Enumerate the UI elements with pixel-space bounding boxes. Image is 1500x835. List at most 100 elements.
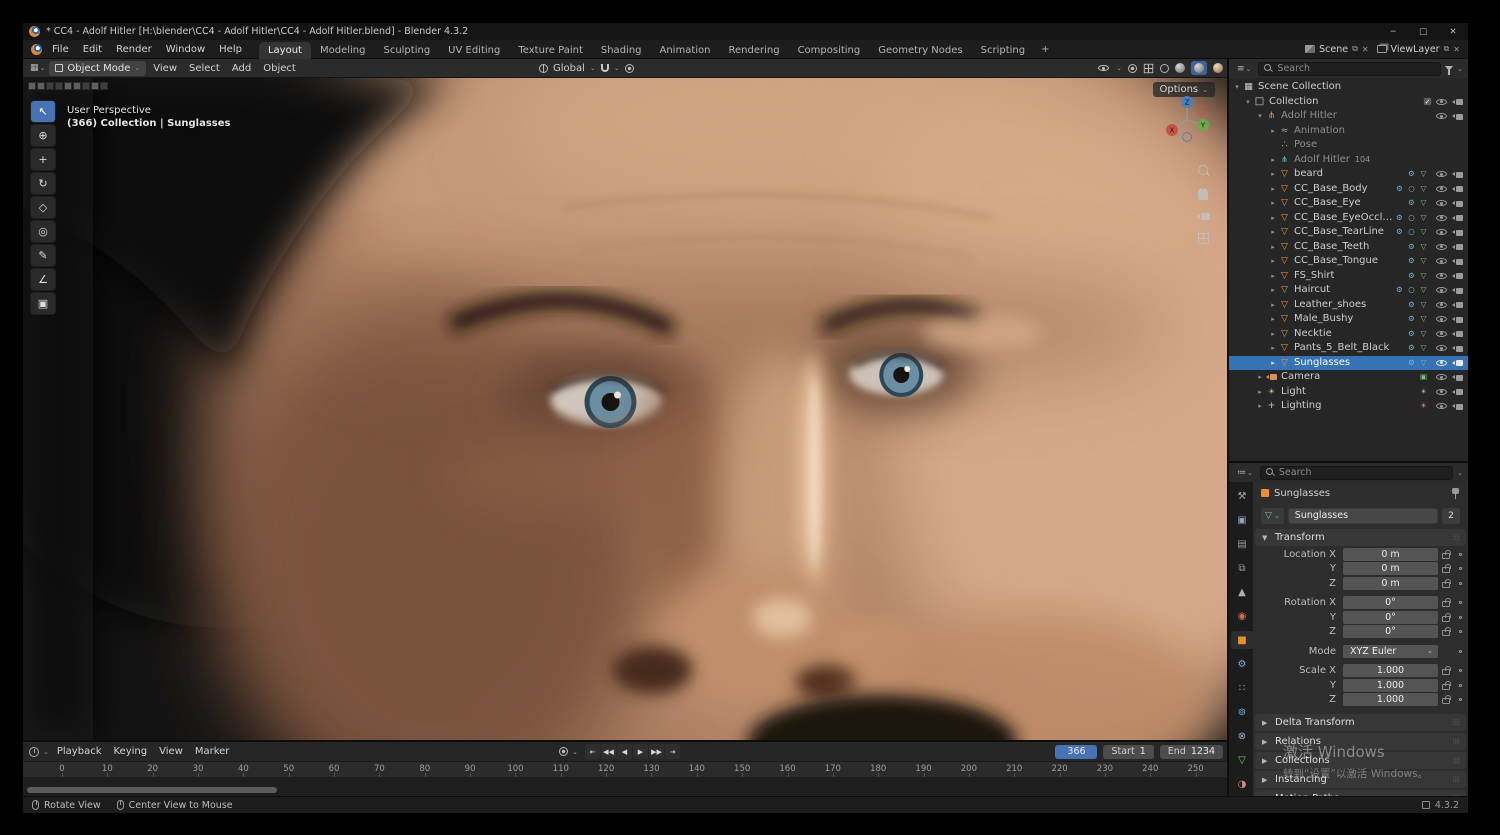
expand-arrow-icon[interactable]: ▸ bbox=[1268, 298, 1278, 312]
snap-magnet-icon[interactable] bbox=[600, 64, 609, 72]
outliner-row[interactable]: ▸ CC_Base_TearLine bbox=[1229, 225, 1468, 240]
outliner-row[interactable]: ▸ CC_Base_Body bbox=[1229, 182, 1468, 197]
collapsed-panel-header[interactable]: ▶ Collections ⣿⣿ bbox=[1255, 752, 1466, 769]
workspace-tab[interactable]: UV Editing bbox=[439, 42, 509, 59]
tool-tab[interactable]: ⚒ bbox=[1231, 487, 1253, 505]
outliner-row[interactable]: ▾ Scene Collection bbox=[1229, 80, 1468, 95]
workspace-tab[interactable]: Sculpting bbox=[374, 42, 439, 59]
render-visibility-camera-icon[interactable] bbox=[1451, 299, 1464, 310]
workspace-tab[interactable]: Modeling bbox=[311, 42, 375, 59]
outliner-row[interactable]: ▸ Haircut bbox=[1229, 283, 1468, 298]
add-workspace-button[interactable]: + bbox=[1034, 44, 1056, 55]
value-field[interactable]: 1.000 bbox=[1343, 678, 1438, 692]
expand-arrow-icon[interactable]: ▸ bbox=[1268, 196, 1278, 210]
workspace-tab[interactable]: Texture Paint bbox=[509, 42, 592, 59]
zoom-icon[interactable] bbox=[1197, 164, 1210, 177]
animate-dot-icon[interactable] bbox=[1458, 649, 1462, 653]
expand-arrow-icon[interactable]: ▸ bbox=[1268, 240, 1278, 254]
menubar-item[interactable]: Help bbox=[212, 44, 249, 55]
visibility-eye-icon[interactable] bbox=[1435, 401, 1448, 412]
editor-type-icon[interactable]: ▦ ⌄ bbox=[27, 63, 48, 73]
close-button[interactable]: ✕ bbox=[1438, 23, 1468, 40]
collapsed-panel-header[interactable]: ▶ Instancing ⣿⣿ bbox=[1255, 771, 1466, 788]
visibility-eye-icon[interactable] bbox=[1435, 343, 1448, 354]
expand-arrow-icon[interactable]: ▸ bbox=[1268, 269, 1278, 283]
render-visibility-camera-icon[interactable] bbox=[1451, 314, 1464, 325]
outliner-row[interactable]: ▾ Collection bbox=[1229, 95, 1468, 110]
chevron-down-icon[interactable]: ⌄ bbox=[43, 748, 49, 756]
expand-arrow-icon[interactable]: ▸ bbox=[1255, 385, 1265, 399]
outliner-row[interactable]: ▸ Pants_5_Belt_Black bbox=[1229, 341, 1468, 356]
chevron-down-icon[interactable]: ⌄ bbox=[1457, 65, 1463, 73]
animate-dot-icon[interactable] bbox=[1458, 567, 1462, 571]
render-visibility-camera-icon[interactable] bbox=[1451, 183, 1464, 194]
visibility-eye-icon[interactable] bbox=[1435, 241, 1448, 252]
proportional-editing-icon[interactable] bbox=[624, 63, 634, 73]
value-field[interactable]: 1.000 bbox=[1343, 664, 1438, 678]
outliner-row[interactable]: ▸ Adolf Hitler 104 bbox=[1229, 153, 1468, 168]
expand-arrow-icon[interactable]: ▸ bbox=[1268, 356, 1278, 370]
outliner-row[interactable]: ▸ Male_Bushy bbox=[1229, 312, 1468, 327]
blender-menu-icon[interactable] bbox=[31, 43, 42, 55]
viewport-menu-item[interactable]: View bbox=[147, 63, 183, 74]
outliner-row[interactable]: ▸ CC_Base_Tongue bbox=[1229, 254, 1468, 269]
value-field[interactable]: 0 m bbox=[1343, 547, 1438, 561]
visibility-eye-icon[interactable] bbox=[1435, 372, 1448, 383]
move-tool[interactable]: + bbox=[30, 148, 56, 171]
lock-icon[interactable] bbox=[1442, 695, 1451, 705]
value-field[interactable]: 0 m bbox=[1343, 576, 1438, 590]
timeline-ruler[interactable]: 0 10 20 30 40 50 60 70 80 90 100 110 120 130 140 150 160… bbox=[23, 761, 1227, 777]
expand-arrow-icon[interactable]: ▾ bbox=[1232, 80, 1242, 94]
visibility-eye-icon[interactable] bbox=[1435, 299, 1448, 310]
visibility-eye-icon[interactable] bbox=[1435, 386, 1448, 397]
chevron-down-icon[interactable]: ⌄ bbox=[572, 748, 578, 756]
menubar-item[interactable]: Edit bbox=[76, 44, 109, 55]
value-field[interactable]: 0° bbox=[1343, 610, 1438, 624]
expand-arrow-icon[interactable]: ▸ bbox=[1268, 225, 1278, 239]
constraint-properties-tab[interactable]: ⊗ bbox=[1231, 727, 1253, 745]
render-visibility-camera-icon[interactable] bbox=[1451, 256, 1464, 267]
chevron-down-icon[interactable]: ⌄ bbox=[614, 64, 620, 72]
expand-arrow-icon[interactable]: ▾ bbox=[1255, 109, 1265, 123]
properties-editor-icon[interactable]: ≔ ⌄ bbox=[1234, 468, 1256, 478]
render-visibility-camera-icon[interactable] bbox=[1451, 285, 1464, 296]
viewport-menu-item[interactable]: Select bbox=[183, 63, 226, 74]
viewport-menu-item[interactable]: Object bbox=[257, 63, 302, 74]
outliner-row[interactable]: ▸ Necktie bbox=[1229, 327, 1468, 342]
expand-arrow-icon[interactable]: ▸ bbox=[1268, 167, 1278, 181]
render-visibility-camera-icon[interactable] bbox=[1451, 169, 1464, 180]
timeline-menu-item[interactable]: Keying bbox=[108, 746, 154, 757]
particle-properties-tab[interactable]: ∷ bbox=[1231, 679, 1253, 697]
render-visibility-camera-icon[interactable] bbox=[1451, 328, 1464, 339]
unlink-scene-icon[interactable]: ✕ bbox=[1362, 45, 1369, 54]
outliner-row[interactable]: ▸ Light bbox=[1229, 385, 1468, 400]
lock-icon[interactable] bbox=[1442, 564, 1451, 574]
properties-search-input[interactable] bbox=[1278, 467, 1448, 478]
breadcrumb-object[interactable]: Sunglasses bbox=[1274, 488, 1330, 499]
expand-arrow-icon[interactable]: ▸ bbox=[1268, 341, 1278, 355]
workspace-tab[interactable]: Rendering bbox=[719, 42, 788, 59]
play-button[interactable]: ▶ bbox=[633, 744, 648, 759]
measure-tool[interactable]: ∠ bbox=[30, 268, 56, 291]
lock-icon[interactable] bbox=[1442, 549, 1451, 559]
scale-tool[interactable]: ◇ bbox=[30, 196, 56, 219]
menubar-item[interactable]: Render bbox=[109, 44, 159, 55]
auto-keying-icon[interactable] bbox=[559, 747, 568, 756]
collapsed-panel-header[interactable]: ▶ Relations ⣿⣿ bbox=[1255, 733, 1466, 750]
new-viewlayer-icon[interactable]: ⧉ bbox=[1444, 44, 1450, 54]
outliner-row[interactable]: ▸ Sunglasses bbox=[1229, 355, 1468, 370]
outliner-row[interactable]: ▸ FS_Shirt bbox=[1229, 269, 1468, 284]
timeline-track[interactable] bbox=[23, 777, 1227, 796]
animate-dot-icon[interactable] bbox=[1458, 630, 1462, 634]
chevron-down-icon[interactable]: ⌄ bbox=[590, 64, 596, 72]
timeline-menu-item[interactable]: View bbox=[153, 746, 189, 757]
chevron-down-icon[interactable]: ⌄ bbox=[1457, 469, 1463, 477]
object-properties-tab[interactable]: ■ bbox=[1231, 631, 1253, 649]
scene-selector[interactable]: Scene ⧉ ✕ bbox=[1305, 44, 1369, 55]
physics-properties-tab[interactable]: ⊚ bbox=[1231, 703, 1253, 721]
expand-arrow-icon[interactable]: ▾ bbox=[1243, 95, 1253, 109]
outliner-row[interactable]: ▸ CC_Base_Teeth bbox=[1229, 240, 1468, 255]
render-visibility-camera-icon[interactable] bbox=[1451, 198, 1464, 209]
render-visibility-camera-icon[interactable] bbox=[1451, 96, 1464, 107]
outliner-row[interactable]: ▸ CC_Base_EyeOcclusion bbox=[1229, 211, 1468, 226]
